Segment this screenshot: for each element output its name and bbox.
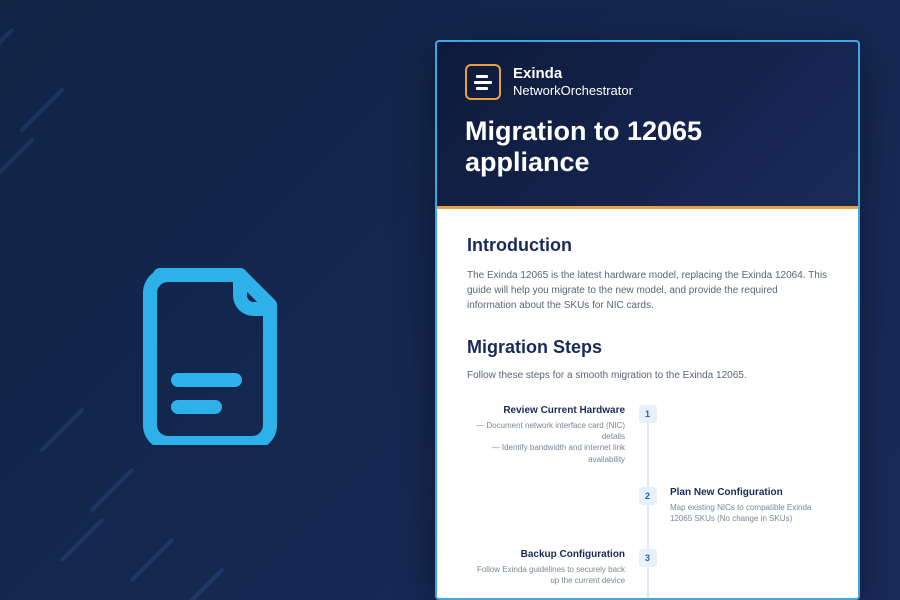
step-2: 2 Plan New Configuration Map existing NI… (467, 487, 828, 527)
intro-text: The Exinda 12065 is the latest hardware … (467, 268, 828, 313)
brand-row: Exinda NetworkOrchestrator (465, 64, 830, 100)
timeline: Review Current Hardware — Document netwo… (467, 401, 828, 600)
brand-text: Exinda NetworkOrchestrator (513, 65, 633, 99)
step-desc: Map existing NICs to compatible Exinda 1… (670, 502, 828, 524)
brand-logo-icon (465, 64, 501, 100)
brand-product: NetworkOrchestrator (513, 83, 633, 99)
step-desc: Follow Exinda guidelines to securely bac… (467, 564, 625, 586)
document-body: Introduction The Exinda 12065 is the lat… (437, 209, 858, 600)
step-number-badge: 2 (639, 487, 657, 505)
step-title: Backup Configuration (467, 549, 625, 560)
step-number-badge: 3 (639, 549, 657, 567)
step-title: Plan New Configuration (670, 487, 828, 498)
document-preview-card: Exinda NetworkOrchestrator Migration to … (435, 40, 860, 600)
step-3: Backup Configuration Follow Exinda guide… (467, 549, 828, 589)
steps-intro: Follow these steps for a smooth migratio… (467, 370, 828, 381)
document-header: Exinda NetworkOrchestrator Migration to … (437, 42, 858, 209)
document-title: Migration to 12065 appliance (465, 116, 830, 178)
steps-heading: Migration Steps (467, 337, 828, 358)
document-icon (140, 265, 290, 445)
brand-name: Exinda (513, 65, 633, 83)
intro-heading: Introduction (467, 235, 828, 256)
step-number-badge: 1 (639, 405, 657, 423)
step-desc: — Document network interface card (NIC) … (467, 420, 625, 465)
step-title: Review Current Hardware (467, 405, 625, 416)
step-1: Review Current Hardware — Document netwo… (467, 405, 828, 465)
